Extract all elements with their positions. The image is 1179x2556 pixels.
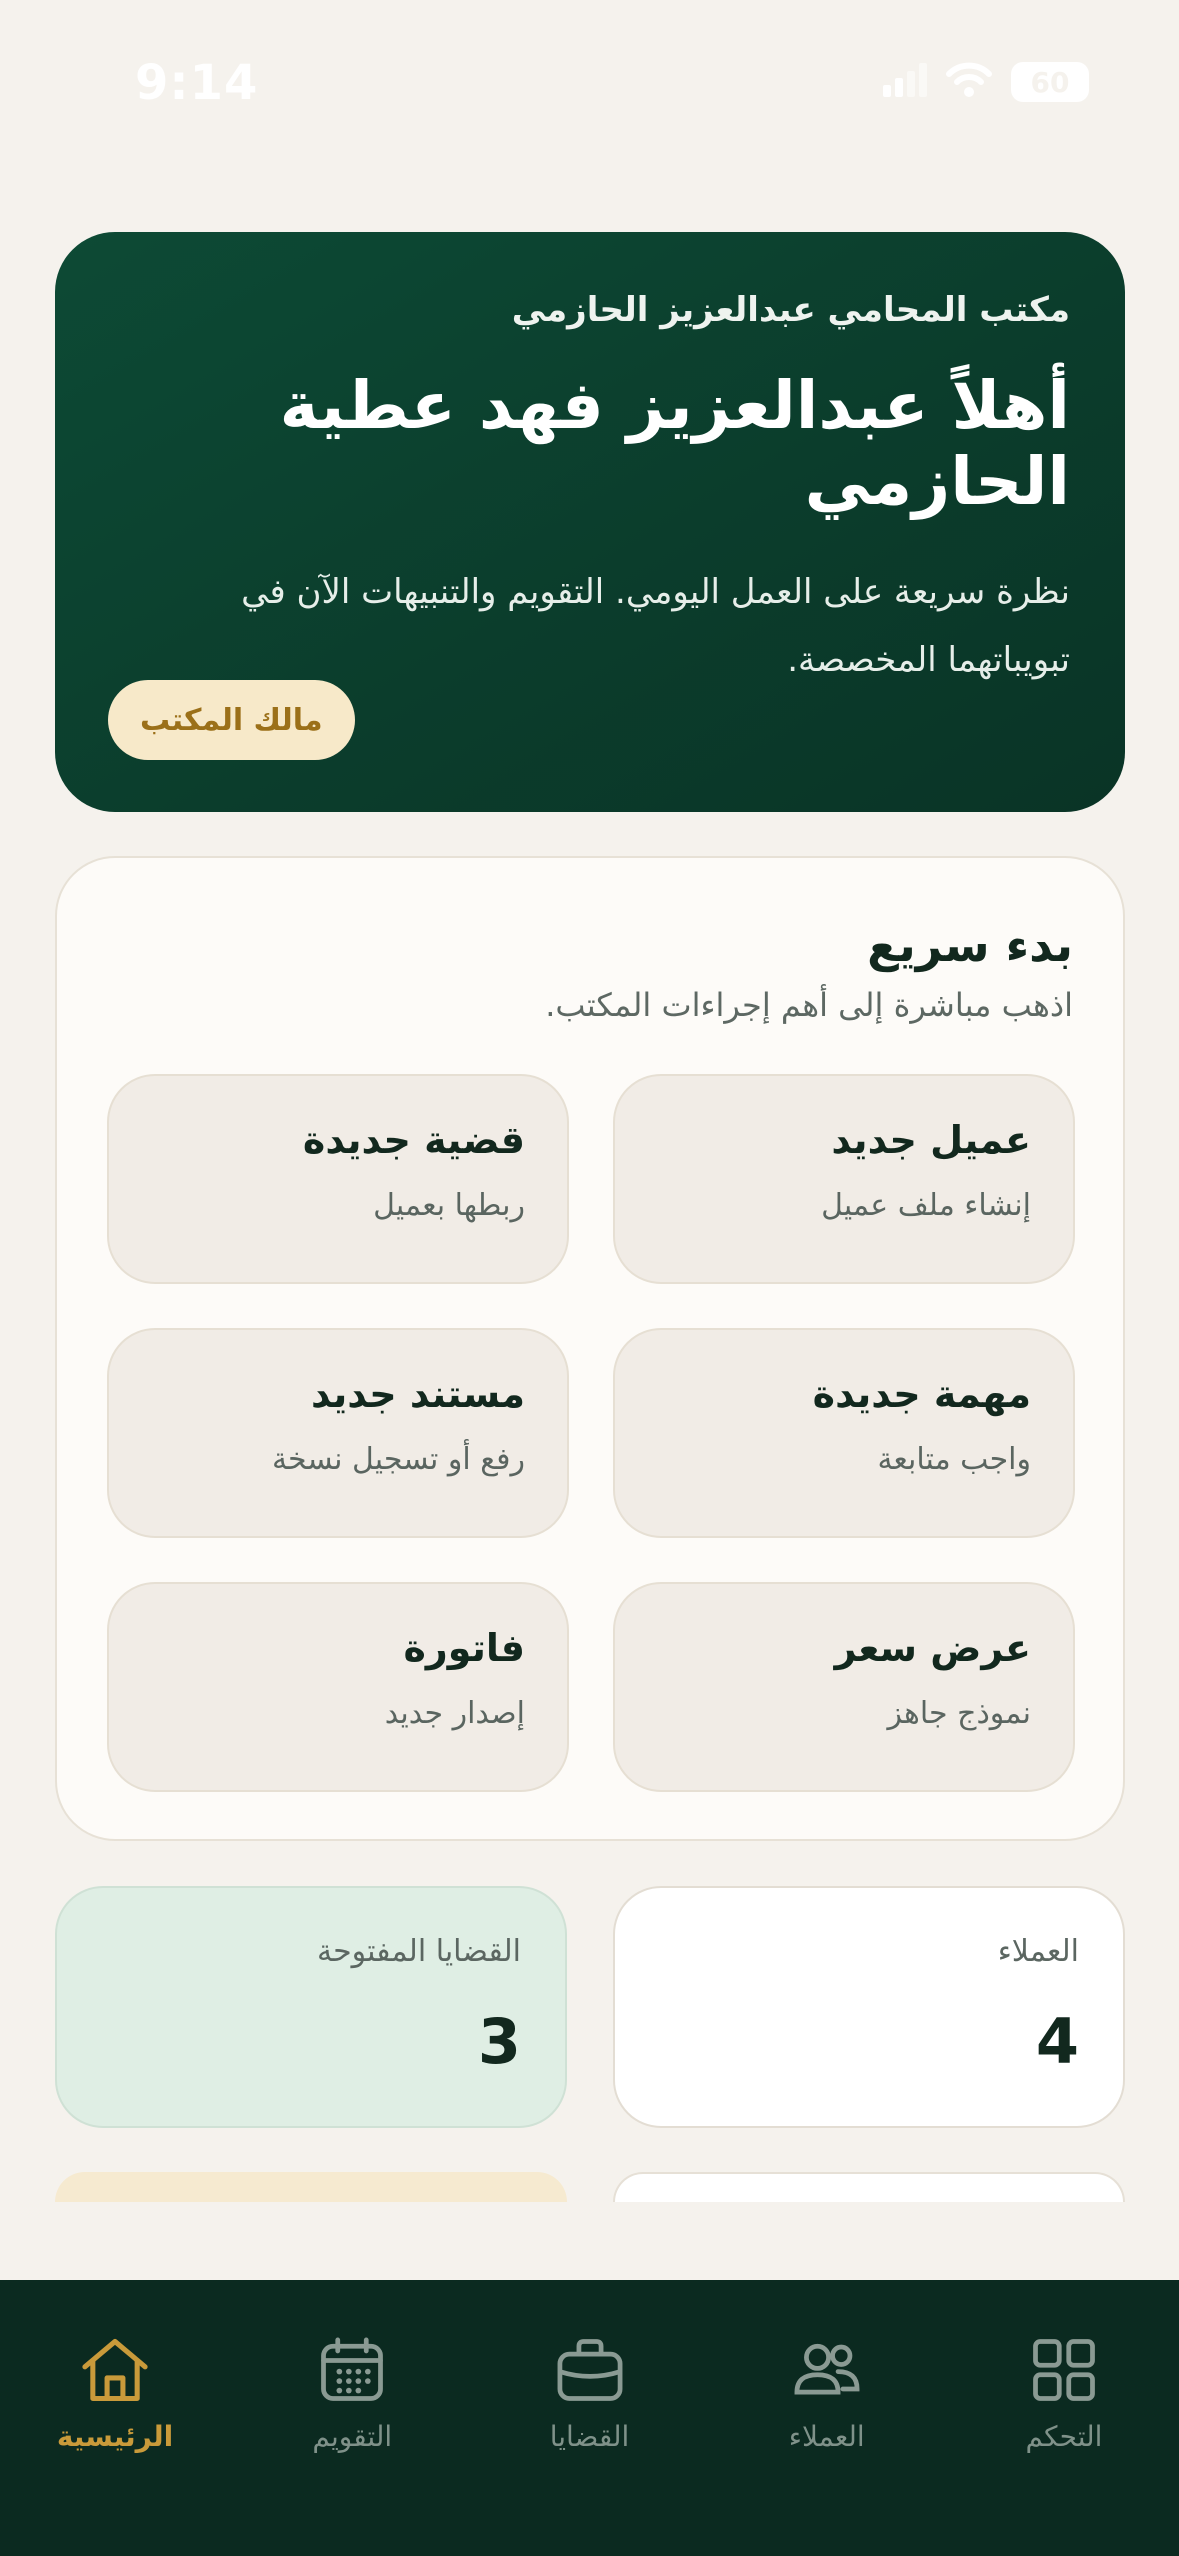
tab-cases[interactable]: القضايا xyxy=(520,2332,660,2453)
action-title: عميل جديد xyxy=(831,1118,1031,1162)
stat-value: 3 xyxy=(477,2005,521,2078)
role-badge: مالك المكتب xyxy=(108,680,355,760)
action-subtitle: واجب متابعة xyxy=(877,1442,1031,1477)
tab-control[interactable]: التحكم xyxy=(994,2332,1134,2453)
battery-indicator: 60 xyxy=(1011,62,1089,102)
price-quote-button[interactable]: عرض سعر نموذج جاهز xyxy=(613,1582,1075,1792)
new-case-button[interactable]: قضية جديدة ربطها بعميل xyxy=(107,1074,569,1284)
tab-calendar[interactable]: التقويم xyxy=(282,2332,422,2453)
action-subtitle: نموذج جاهز xyxy=(887,1696,1031,1731)
new-task-button[interactable]: مهمة جديدة واجب متابعة xyxy=(613,1328,1075,1538)
grid-icon xyxy=(1033,2339,1095,2401)
wifi-icon xyxy=(945,62,993,102)
hero-description: نظرة سريعة على العمل اليومي. التقويم وال… xyxy=(241,571,1070,680)
tab-label: التحكم xyxy=(1025,2420,1103,2453)
new-document-button[interactable]: مستند جديد رفع أو تسجيل نسخة xyxy=(107,1328,569,1538)
cellular-signal-icon xyxy=(883,63,927,101)
office-name: مكتب المحامي عبدالعزيز الحازمي xyxy=(511,290,1070,330)
greeting-title: أهلاً عبدالعزيز فهد عطية الحازمي xyxy=(279,367,1070,520)
quick-start-subtitle: اذهب مباشرة إلى أهم إجراءات المكتب. xyxy=(545,986,1073,1024)
home-screen: 9:14 60 مكتب المحامي عبدالعزيز الحازمي أ… xyxy=(0,0,1179,2556)
status-bar: 9:14 60 xyxy=(0,0,1179,176)
stat-card-peek xyxy=(55,2172,567,2202)
welcome-hero-card: مكتب المحامي عبدالعزيز الحازمي أهلاً عبد… xyxy=(55,232,1125,812)
calendar-icon xyxy=(321,2337,384,2401)
status-icons: 60 xyxy=(883,62,1089,102)
tab-label: القضايا xyxy=(549,2420,630,2453)
tab-label: الرئيسية xyxy=(56,2420,174,2453)
action-title: عرض سعر xyxy=(834,1626,1031,1670)
action-title: مستند جديد xyxy=(311,1372,525,1416)
action-title: فاتورة xyxy=(403,1626,525,1670)
home-icon xyxy=(82,2338,148,2402)
clients-stat-card[interactable]: العملاء 4 xyxy=(613,1886,1125,2128)
tab-label: التقويم xyxy=(312,2420,393,2453)
quick-start-card: بدء سريع اذهب مباشرة إلى أهم إجراءات الم… xyxy=(55,856,1125,1841)
tab-clients[interactable]: العملاء xyxy=(757,2332,897,2453)
action-title: مهمة جديدة xyxy=(812,1372,1031,1416)
new-client-button[interactable]: عميل جديد إنشاء ملف عميل xyxy=(613,1074,1075,1284)
action-title: قضية جديدة xyxy=(302,1118,525,1162)
quick-start-title: بدء سريع xyxy=(867,918,1073,972)
briefcase-icon xyxy=(557,2339,622,2401)
tab-label: العملاء xyxy=(788,2420,865,2453)
stat-label: القضايا المفتوحة xyxy=(316,1934,521,1969)
status-time: 9:14 xyxy=(135,55,259,111)
action-subtitle: إنشاء ملف عميل xyxy=(821,1188,1031,1223)
action-subtitle: رفع أو تسجيل نسخة xyxy=(271,1442,525,1477)
tab-list: الرئيسية التقويم القضايا العملاء التحكم xyxy=(0,2332,1179,2453)
stat-card-peek xyxy=(613,2172,1125,2202)
action-subtitle: ربطها بعميل xyxy=(373,1188,525,1223)
open-cases-stat-card[interactable]: القضايا المفتوحة 3 xyxy=(55,1886,567,2128)
users-icon xyxy=(794,2343,860,2395)
stat-label: العملاء xyxy=(997,1934,1079,1969)
tab-home[interactable]: الرئيسية xyxy=(45,2332,185,2453)
quick-actions-grid: عميل جديد إنشاء ملف عميل قضية جديدة ربطه… xyxy=(105,1074,1075,1792)
stat-value: 4 xyxy=(1035,2005,1079,2078)
bottom-tab-bar: الرئيسية التقويم القضايا العملاء التحكم xyxy=(0,2280,1179,2556)
invoice-button[interactable]: فاتورة إصدار جديد xyxy=(107,1582,569,1792)
action-subtitle: إصدار جديد xyxy=(384,1696,525,1731)
